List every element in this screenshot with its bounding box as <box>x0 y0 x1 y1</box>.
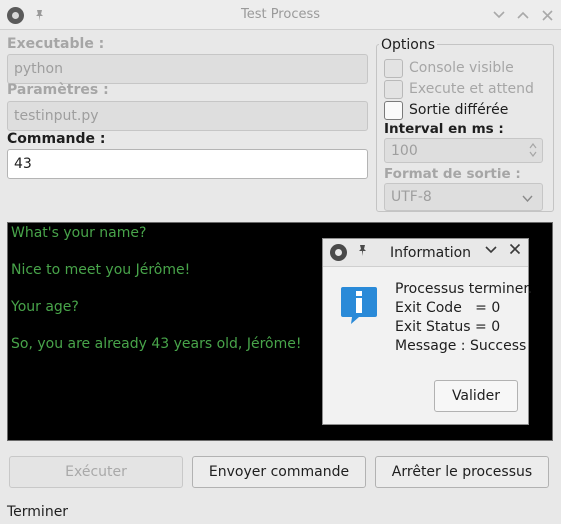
interval-value: 100 <box>391 142 418 159</box>
params-field[interactable]: testinput.py <box>7 101 368 131</box>
console-line: Nice to meet you Jérôme! <box>11 262 191 278</box>
status-text: Terminer <box>7 504 69 520</box>
dialog-message-line: Exit Code = 0 <box>395 300 501 316</box>
spin-arrows-icon[interactable] <box>529 142 537 161</box>
executable-label: Executable : <box>7 36 105 52</box>
information-dialog: Information Processus terminer. Exit Cod… <box>322 238 533 425</box>
ok-button[interactable]: Valider <box>434 380 518 412</box>
options-title: Options <box>379 37 438 53</box>
execute-button[interactable]: Exécuter <box>9 456 183 488</box>
window-title: Test Process <box>240 7 321 22</box>
dialog-message-line: Message : Success <box>395 338 527 354</box>
console-line: Your age? <box>11 299 79 315</box>
dialog-message-line: Processus terminer. <box>395 281 533 297</box>
close-icon[interactable] <box>538 5 556 25</box>
main-titlebar: Test Process <box>0 0 561 30</box>
execute-wait-checkbox[interactable]: Execute et attend <box>384 79 534 99</box>
dialog-message-line: Exit Status = 0 <box>395 319 501 335</box>
format-label: Format de sortie : <box>384 166 521 182</box>
app-logo-icon[interactable] <box>330 244 347 261</box>
send-command-button[interactable]: Envoyer commande <box>192 456 366 488</box>
executable-field[interactable]: python <box>7 54 368 84</box>
dialog-title: Information <box>390 245 472 261</box>
pin-icon[interactable] <box>356 244 369 260</box>
console-line: So, you are already 43 years old, Jérôme… <box>11 336 302 352</box>
console-visible-checkbox[interactable]: Console visible <box>384 58 514 78</box>
dialog-titlebar: Information <box>323 239 528 267</box>
minimize-icon[interactable] <box>485 243 497 259</box>
command-field[interactable]: 43 <box>7 149 368 179</box>
checkbox-box <box>384 79 403 99</box>
format-combo[interactable]: UTF-8 <box>384 183 543 211</box>
maximize-icon[interactable] <box>514 5 532 25</box>
params-label: Paramètres : <box>7 82 109 98</box>
checkbox-box <box>384 58 403 78</box>
command-label: Commande : <box>7 131 106 147</box>
stop-process-button[interactable]: Arrêter le processus <box>375 456 549 488</box>
interval-spinbox[interactable]: 100 <box>384 138 543 163</box>
checkbox-label: Console visible <box>409 60 514 76</box>
checkbox-label: Sortie différée <box>409 102 509 118</box>
checkbox-label: Execute et attend <box>409 81 534 97</box>
console-line: What's your name? <box>11 225 147 241</box>
chevron-down-icon <box>522 192 533 205</box>
checkbox-box <box>384 100 403 120</box>
close-icon[interactable] <box>509 243 521 259</box>
interval-label: Interval en ms : <box>384 121 504 137</box>
deferred-output-checkbox[interactable]: Sortie différée <box>384 100 508 120</box>
minimize-icon[interactable] <box>490 5 508 25</box>
format-value: UTF-8 <box>391 189 432 205</box>
info-icon <box>339 285 379 325</box>
